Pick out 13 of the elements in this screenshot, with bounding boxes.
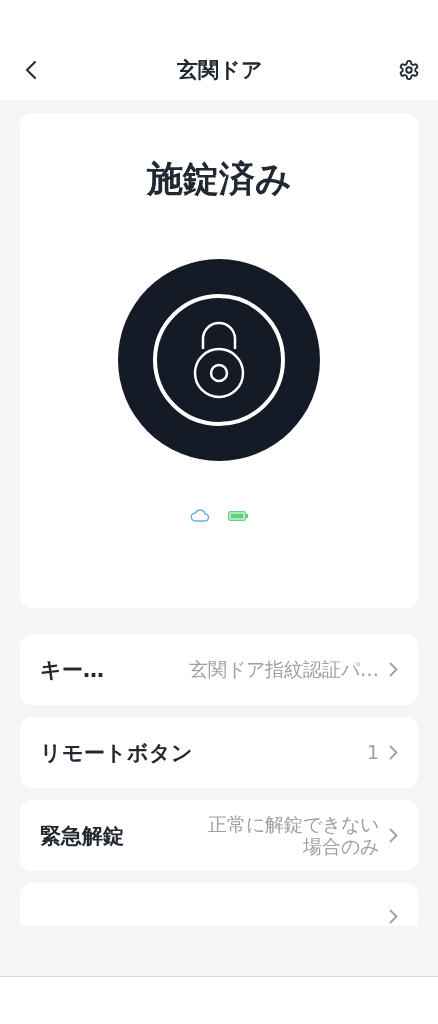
menu-row[interactable]: キー… 玄関ドア指紋認証パ… bbox=[20, 634, 418, 705]
menu-row[interactable]: 緊急解錠 正常に解錠できない場合のみ bbox=[20, 800, 418, 871]
back-icon[interactable] bbox=[25, 60, 37, 80]
chevron-right-icon bbox=[389, 745, 398, 760]
chevron-right-icon bbox=[389, 828, 398, 843]
menu-row[interactable]: リモートボタン 1 bbox=[20, 717, 418, 788]
settings-icon[interactable] bbox=[398, 59, 420, 81]
lock-status: 施錠済み bbox=[146, 157, 292, 201]
page-title: 玄関ドア bbox=[177, 57, 263, 84]
battery-icon bbox=[228, 510, 248, 521]
chevron-right-icon bbox=[389, 662, 398, 677]
chevron-right-icon bbox=[389, 909, 398, 924]
cloud-icon bbox=[190, 509, 210, 522]
